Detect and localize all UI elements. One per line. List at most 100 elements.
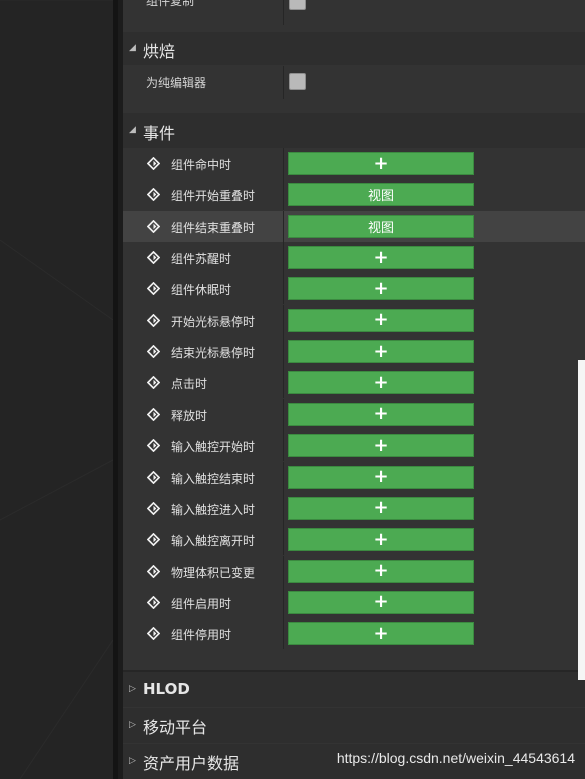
event-label: 输入触控结束时 <box>171 471 256 486</box>
category-title: HLOD <box>143 680 190 698</box>
event-delegate-icon <box>147 533 160 547</box>
event-row: 输入触控进入时 + <box>123 492 585 524</box>
category-title: 事件 <box>143 124 176 143</box>
event-label: 点击时 <box>171 377 208 392</box>
category-title: 烘焙 <box>143 42 176 61</box>
event-delegate-icon <box>147 439 160 453</box>
event-row: 物理体积已变更 + <box>123 555 585 587</box>
event-delegate-icon <box>147 470 160 484</box>
add-event-button[interactable]: + <box>288 152 474 175</box>
event-label: 组件休眠时 <box>171 283 232 298</box>
event-row: 组件苏醒时 + <box>123 242 585 274</box>
event-row: 组件启用时 + <box>123 586 585 618</box>
add-event-button[interactable]: + <box>288 434 474 458</box>
event-delegate-icon <box>147 376 160 390</box>
add-event-button[interactable]: + <box>288 590 474 614</box>
plus-icon: + <box>373 560 389 582</box>
event-delegate-icon <box>147 313 160 327</box>
plus-icon: + <box>373 497 389 519</box>
plus-icon: + <box>373 466 389 487</box>
event-row: 输入触控结束时 + <box>123 461 585 493</box>
event-row: 点击时 + <box>123 367 585 399</box>
plus-icon: + <box>373 371 389 393</box>
event-row: 开始光标悬停时 + <box>123 304 585 336</box>
event-delegate-icon <box>147 564 160 578</box>
plus-icon: + <box>373 403 389 425</box>
property-label: 为纯编辑器 <box>146 76 207 90</box>
add-event-button[interactable]: + <box>288 308 474 332</box>
event-row: 组件休眠时 + <box>123 273 585 305</box>
expand-arrow-icon: ▷ <box>129 684 136 694</box>
event-label: 组件苏醒时 <box>171 252 232 267</box>
expand-arrow-icon: ▷ <box>129 756 136 766</box>
event-label: 输入触控开始时 <box>171 440 256 455</box>
event-label: 组件命中时 <box>171 158 232 172</box>
add-event-button[interactable]: + <box>288 559 474 583</box>
plus-icon: + <box>373 528 389 550</box>
component-replication-checkbox[interactable] <box>289 0 306 10</box>
event-label: 输入触控进入时 <box>171 502 256 517</box>
collapse-arrow-icon: ◢ <box>129 43 136 53</box>
category-bake[interactable]: ◢ 烘焙 <box>123 32 585 65</box>
add-event-button[interactable]: + <box>288 496 474 520</box>
event-row: 结束光标悬停时 + <box>123 336 585 368</box>
add-event-button[interactable]: + <box>288 246 474 270</box>
category-title: 资产用户数据 <box>143 754 240 773</box>
add-event-button[interactable]: + <box>288 277 474 301</box>
view-event-button[interactable]: 视图 <box>288 214 474 238</box>
event-label: 输入触控离开时 <box>171 534 256 549</box>
add-event-button[interactable]: + <box>288 528 474 552</box>
plus-icon: + <box>373 277 389 299</box>
event-delegate-icon <box>147 501 160 515</box>
event-row: 输入触控开始时 + <box>123 430 585 462</box>
property-row-editor-only: 为纯编辑器 <box>123 66 585 99</box>
event-delegate-icon <box>147 219 160 233</box>
event-row: 释放时 + <box>123 398 585 430</box>
add-event-button[interactable]: + <box>288 402 474 426</box>
view-event-button[interactable]: 视图 <box>288 183 474 207</box>
watermark: https://blog.csdn.net/weixin_44543614 <box>336 750 575 766</box>
event-row: 组件命中时 + <box>123 148 585 179</box>
editor-only-checkbox[interactable] <box>289 73 306 90</box>
category-title: 移动平台 <box>143 718 208 737</box>
plus-icon: + <box>373 246 389 268</box>
add-event-button[interactable]: + <box>288 340 474 364</box>
event-label: 物理体积已变更 <box>171 565 256 580</box>
event-row: 组件开始重叠时 视图 <box>123 179 585 211</box>
event-delegate-icon <box>147 407 160 421</box>
event-row: 组件结束重叠时 视图 <box>123 210 585 242</box>
event-label: 组件停用时 <box>171 628 232 643</box>
viewport-area <box>0 0 113 779</box>
collapse-arrow-icon: ◢ <box>129 125 136 135</box>
event-delegate-icon <box>147 282 160 296</box>
plus-icon: + <box>373 622 389 644</box>
event-row: 输入触控离开时 + <box>123 524 585 556</box>
event-label: 释放时 <box>171 408 208 423</box>
event-label: 结束光标悬停时 <box>171 346 256 361</box>
details-panel: 组件复制 ◢ 烘焙 为纯编辑器 ◢ 事件 组件命中时 + 组件开始重叠时 视图 组件结束… <box>123 0 585 779</box>
event-delegate-icon <box>147 251 160 265</box>
expand-arrow-icon: ▷ <box>129 720 136 730</box>
overlapping-window-edge <box>578 360 585 680</box>
property-row-component-replication: 组件复制 <box>123 0 585 25</box>
event-label: 组件结束重叠时 <box>171 220 256 235</box>
add-event-button[interactable]: + <box>288 622 474 646</box>
event-delegate-icon <box>147 595 160 609</box>
plus-icon: + <box>373 309 389 331</box>
plus-icon: + <box>373 152 389 174</box>
category-events[interactable]: ◢ 事件 <box>123 113 585 148</box>
viewport-grid <box>0 0 113 779</box>
plus-icon: + <box>373 340 389 362</box>
plus-icon: + <box>373 591 389 613</box>
event-label: 开始光标悬停时 <box>171 314 256 329</box>
add-event-button[interactable]: + <box>288 371 474 395</box>
category-mobile[interactable]: ▷ 移动平台 <box>123 708 585 743</box>
event-row: 组件停用时 + <box>123 618 585 650</box>
category-hlod[interactable]: ▷ HLOD <box>123 672 585 707</box>
add-event-button[interactable]: + <box>288 465 474 489</box>
event-delegate-icon <box>147 188 160 202</box>
property-label: 组件复制 <box>146 0 195 8</box>
plus-icon: + <box>373 434 389 456</box>
event-delegate-icon <box>147 157 160 170</box>
event-label: 组件启用时 <box>171 596 232 611</box>
